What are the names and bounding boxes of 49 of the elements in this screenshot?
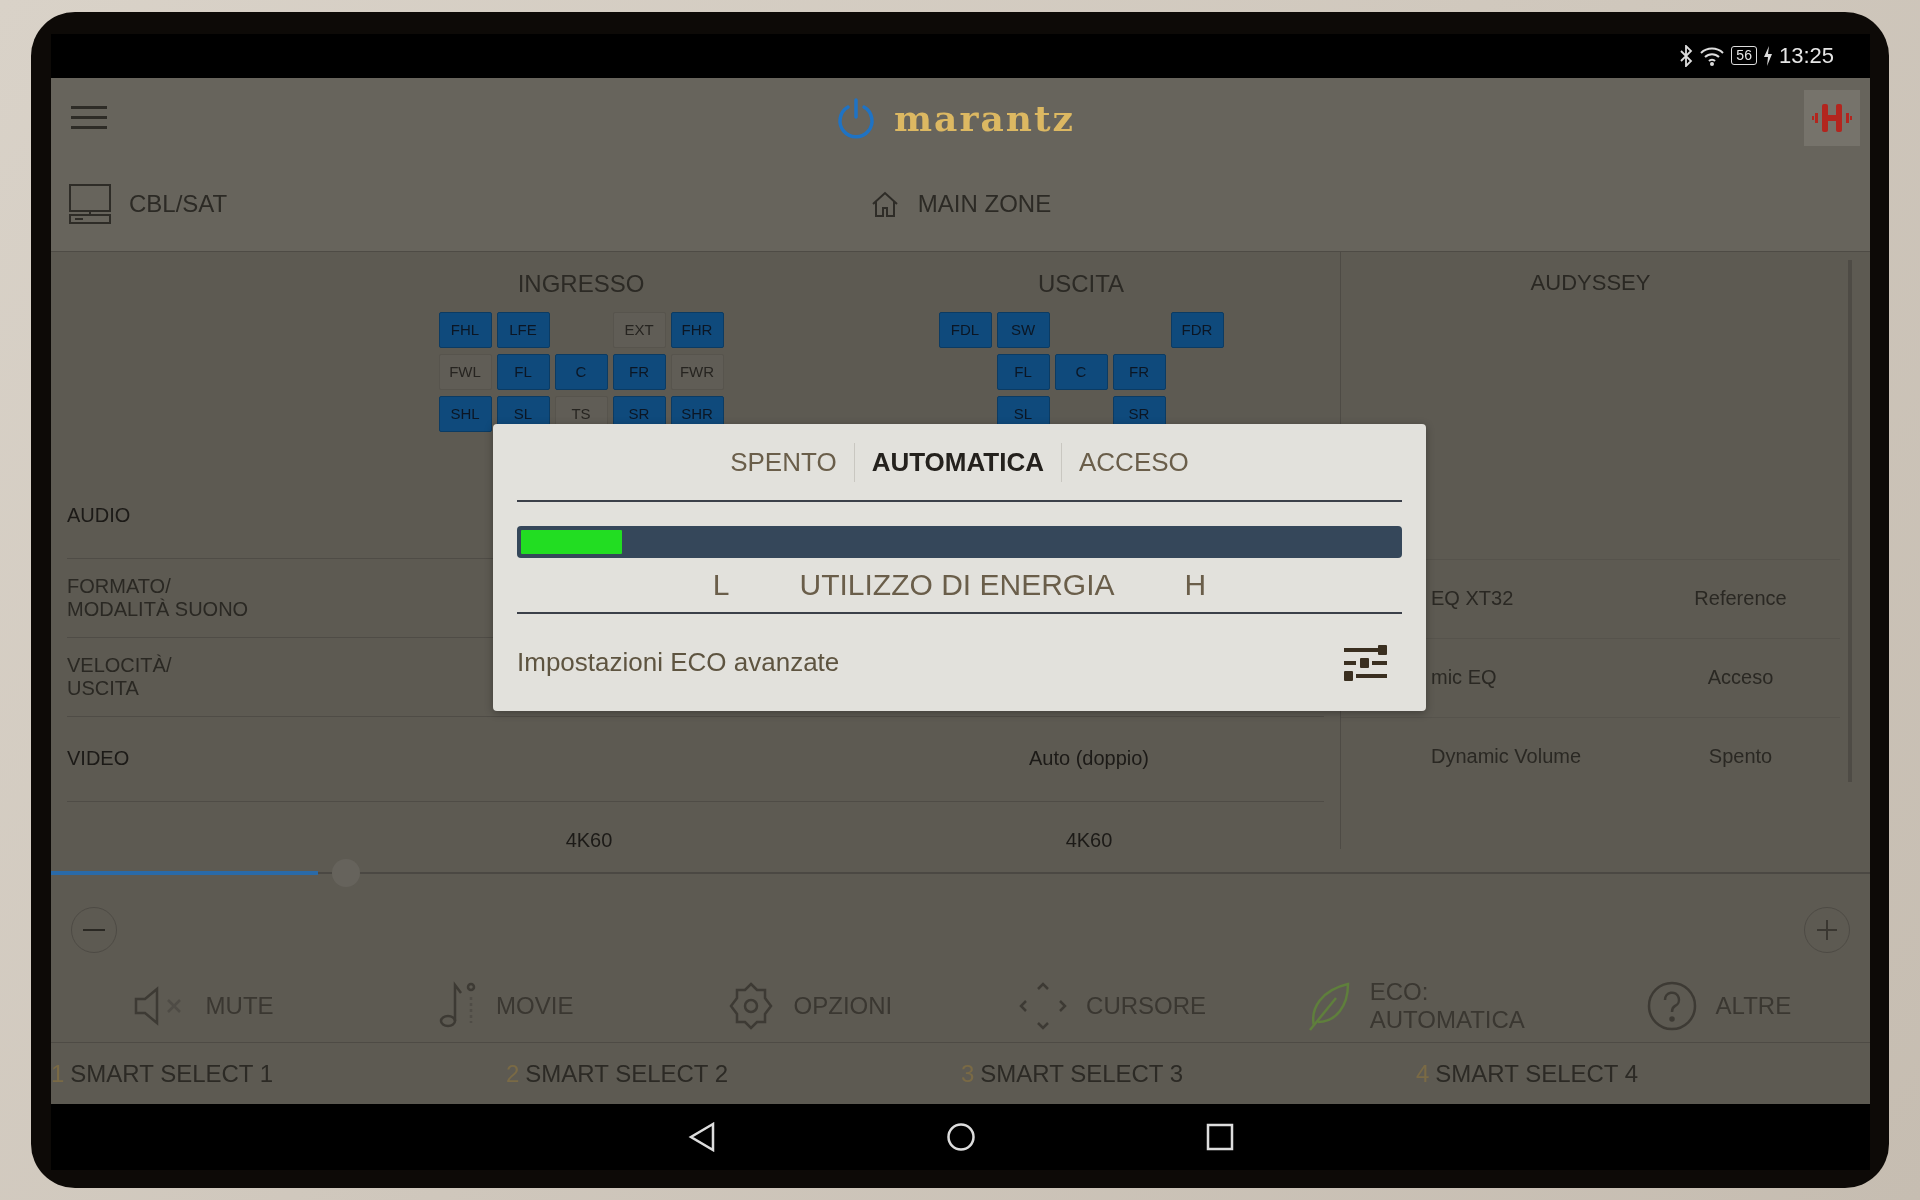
channel-indicator: LFE xyxy=(496,311,550,348)
back-icon[interactable] xyxy=(687,1122,716,1153)
channel-indicator: C xyxy=(554,353,608,390)
slider-thumb[interactable] xyxy=(331,859,360,888)
section-heading: VIDEO xyxy=(67,747,131,771)
table-cell-text: 4K60 xyxy=(564,829,614,850)
table-cell-text: Auto (doppio) xyxy=(1027,747,1151,771)
brand-logo: marantz xyxy=(894,96,1075,139)
app-icon[interactable] xyxy=(1804,89,1860,146)
wifi-icon xyxy=(1699,45,1726,67)
channel-indicator: FL xyxy=(496,353,550,390)
help-icon xyxy=(1645,979,1698,1032)
plus-icon xyxy=(1815,918,1839,943)
meter-caption: UTILIZZO DI ENERGIA xyxy=(799,568,1115,602)
section-heading: AUDIO xyxy=(67,504,132,528)
charging-icon xyxy=(1762,46,1773,66)
monitor-icon[interactable] xyxy=(69,184,111,225)
table-cell-text: 4K60 xyxy=(1064,829,1114,850)
channel-indicator: C xyxy=(1054,353,1108,390)
mode-tab[interactable]: AUTOMATICA xyxy=(853,442,1061,482)
mode-tab[interactable]: SPENTO xyxy=(713,442,854,482)
zone-label[interactable]: MAIN ZONE xyxy=(917,190,1052,219)
channel-indicator: FHL xyxy=(438,311,492,348)
channel-indicator: EXT xyxy=(612,311,666,348)
channel-indicator: FL xyxy=(996,353,1050,390)
high-label: H xyxy=(1184,568,1207,602)
clock: 13:25 xyxy=(1778,43,1834,69)
mode-tab[interactable]: ACCESO xyxy=(1061,442,1206,482)
advanced-settings-link[interactable]: Impostazioni ECO avanzate xyxy=(517,647,840,678)
four-arrows-icon xyxy=(1018,980,1069,1031)
menu-icon[interactable] xyxy=(71,103,107,132)
recent-apps-icon[interactable] xyxy=(1205,1123,1234,1152)
source-label[interactable]: CBL/SAT xyxy=(129,190,228,219)
channel-indicator: FDR xyxy=(1170,311,1224,348)
channel-indicator: FR xyxy=(1112,353,1166,390)
bluetooth-icon xyxy=(1679,45,1694,67)
channel-indicator: SW xyxy=(996,311,1050,348)
home-button-icon[interactable] xyxy=(945,1122,976,1153)
volume-slider[interactable] xyxy=(51,859,1870,888)
channel-indicator: SHL xyxy=(438,395,492,432)
channel-indicator: FDL xyxy=(938,311,992,348)
channel-indicator: FWR xyxy=(670,353,724,390)
sliders-icon[interactable] xyxy=(1342,644,1390,681)
low-label: L xyxy=(712,568,730,602)
battery-level: 56 xyxy=(1731,46,1757,66)
minus-icon xyxy=(83,929,105,932)
channel-indicator: FR xyxy=(612,353,666,390)
channel-indicator: FHR xyxy=(670,311,724,348)
channel-indicator: FWL xyxy=(438,353,492,390)
